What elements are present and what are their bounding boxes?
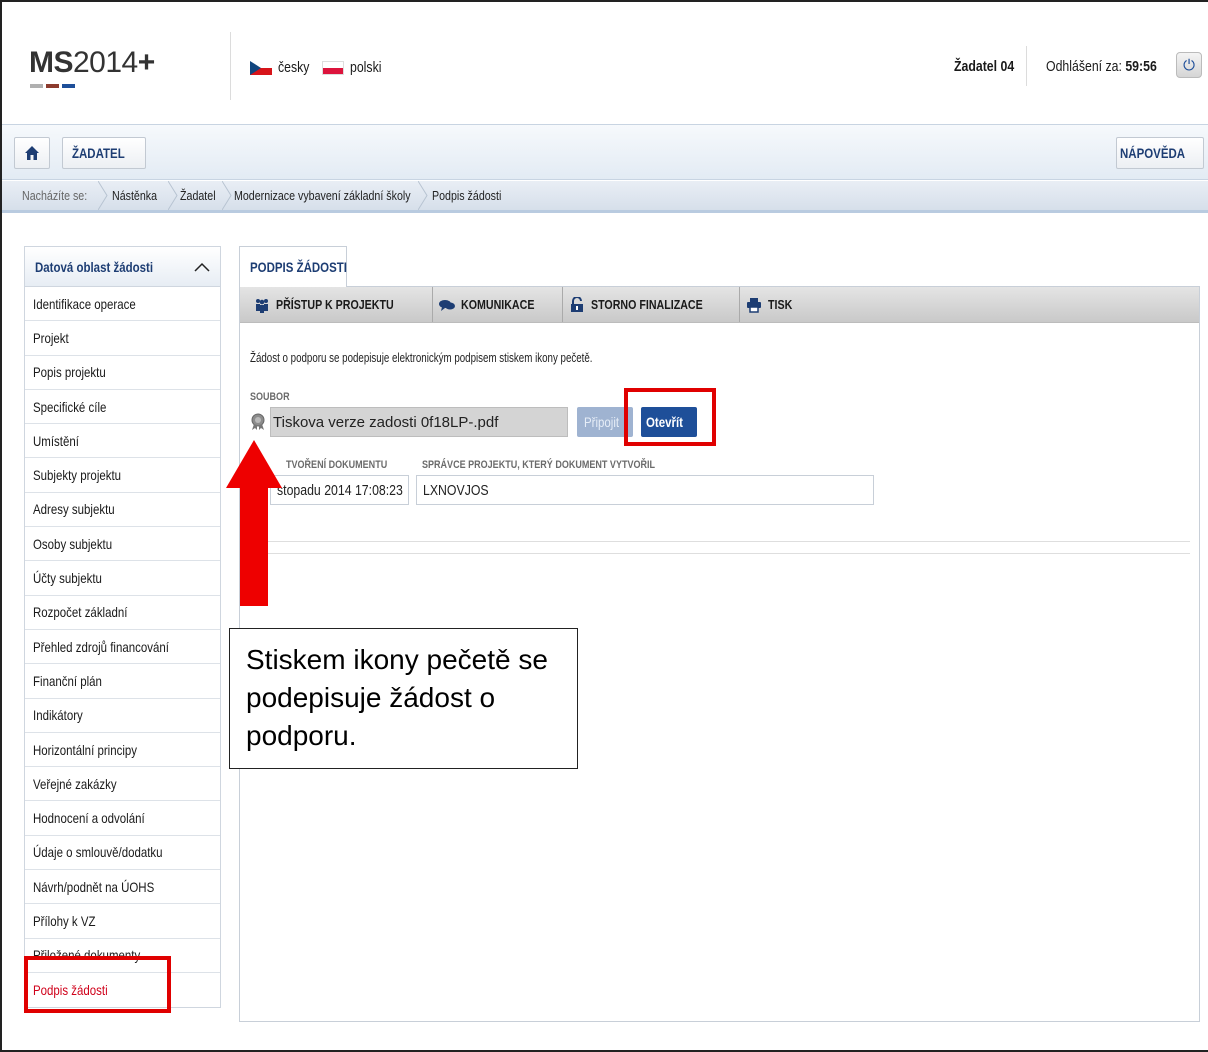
toolbar-communication-button[interactable]: KOMUNIKACE [433,287,564,322]
lang-czech[interactable]: česky [250,59,316,76]
sidebar-header[interactable]: Datová oblast žádosti [25,247,220,287]
breadcrumb-item-current: Podpis žádosti [432,188,502,203]
sidebar-item[interactable]: Finanční plán [25,664,220,699]
app-logo[interactable]: MS2014+ [29,46,155,80]
home-button[interactable] [14,137,50,169]
zadatel-button[interactable]: ŽADATEL [62,137,146,169]
tab-podpis-zadosti[interactable]: PODPIS ŽÁDOSTI [239,246,347,287]
breadcrumb-item-project[interactable]: Modernizace vybavení základní školy [222,181,428,210]
lang-polish[interactable]: polski [322,59,388,76]
sidebar-item[interactable]: Přehled zdrojů financování [25,630,220,665]
app-header: MS2014+ česky polski Žadatel 04 Odhlášen… [2,2,1208,124]
red-arrow-icon [226,440,282,606]
sidebar-item[interactable]: Účty subjektu [25,561,220,596]
cz-flag-icon [250,60,272,75]
logout-timer: Odhlášení za: 59:56 [1046,58,1157,75]
toolbar-print-button[interactable]: TISK [740,287,810,322]
sidebar-item[interactable]: Veřejné zakázky [25,767,220,802]
file-label: SOUBOR [250,391,290,403]
sidebar: Datová oblast žádosti Identifikace opera… [24,246,221,1009]
logo-plus: + [137,46,156,79]
sidebar-item[interactable]: Indikátory [25,699,220,733]
file-name-field[interactable]: Tiskova verze zadosti 0f18LP-.pdf [270,407,568,437]
pl-flag-icon [322,60,344,75]
power-icon[interactable]: ⏻ [1176,52,1202,78]
logo-bold: MS [29,46,74,79]
user-name[interactable]: Žadatel 04 [954,58,1027,75]
breadcrumb-item-nastenka[interactable]: Nástěnka [98,181,178,210]
header-divider [230,32,231,100]
date-field: stopadu 2014 17:08:23 [270,475,409,505]
chat-icon [438,299,455,311]
breadcrumb-prefix: Nacházíte se: [2,181,108,210]
sidebar-item[interactable]: Popis projektu [25,356,220,390]
header-divider [1026,46,1027,86]
sidebar-title: Datová oblast žádosti [35,258,154,275]
sidebar-item[interactable]: Osoby subjektu [25,527,220,562]
manager-label: SPRÁVCE PROJEKTU, KTERÝ DOKUMENT VYTVOŘI… [422,459,656,471]
annotation-callout: Stiskem ikony pečetě se podepisuje žádos… [229,628,578,769]
sidebar-item[interactable]: Subjekty projektu [25,458,220,493]
toolbar-access-button[interactable]: PŘÍSTUP K PROJEKTU [248,287,433,322]
logo-stripes [30,84,76,88]
home-icon [25,146,39,160]
sidebar-item[interactable]: Hodnocení a odvolání [25,801,220,836]
signing-description: Žádost o podporu se podepisuje elektroni… [250,351,593,365]
lang-polish-label: polski [350,59,382,76]
date-label: TVOŘENÍ DOKUMENTU [286,459,388,471]
chevron-up-icon[interactable] [194,262,210,272]
sidebar-item[interactable]: Horizontální principy [25,733,220,768]
main-navbar: ŽADATEL NÁPOVĚDA [2,124,1208,180]
manager-field: LXNOVJOS [416,475,874,505]
sidebar-item[interactable]: Identifikace operace [25,287,220,322]
sidebar-list: Identifikace operace Projekt Popis projekt… [25,287,220,1007]
sidebar-item[interactable]: Návrh/podnět na ÚOHS [25,870,220,905]
sidebar-item[interactable]: Rozpočet základní [25,596,220,630]
help-button[interactable]: NÁPOVĚDA [1116,137,1204,169]
sidebar-item[interactable]: Specifické cíle [25,390,220,425]
divider [250,541,1190,542]
seal-icon[interactable] [250,413,266,431]
logo-rest: 2014 [73,46,138,79]
lang-czech-label: česky [278,59,310,76]
sidebar-item[interactable]: Přílohy k VZ [25,904,220,939]
printer-icon [747,297,762,313]
highlight-open-button [624,388,716,446]
unlock-icon [571,296,584,312]
sidebar-item[interactable]: Údaje o smlouvě/dodatku [25,836,220,871]
divider [250,553,1190,554]
sidebar-item[interactable]: Umístění [25,424,220,459]
highlight-sidebar-podpis [24,956,171,1013]
sidebar-item[interactable]: Projekt [25,321,220,356]
toolbar: PŘÍSTUP K PROJEKTU KOMUNIKACE STORNO FIN… [240,287,1199,323]
toolbar-storno-button[interactable]: STORNO FINALIZACE [563,287,741,322]
people-icon [256,298,268,313]
sidebar-item[interactable]: Adresy subjektu [25,493,220,528]
breadcrumb: Nacházíte se: Nástěnka Žadatel Moderniza… [2,181,1208,213]
